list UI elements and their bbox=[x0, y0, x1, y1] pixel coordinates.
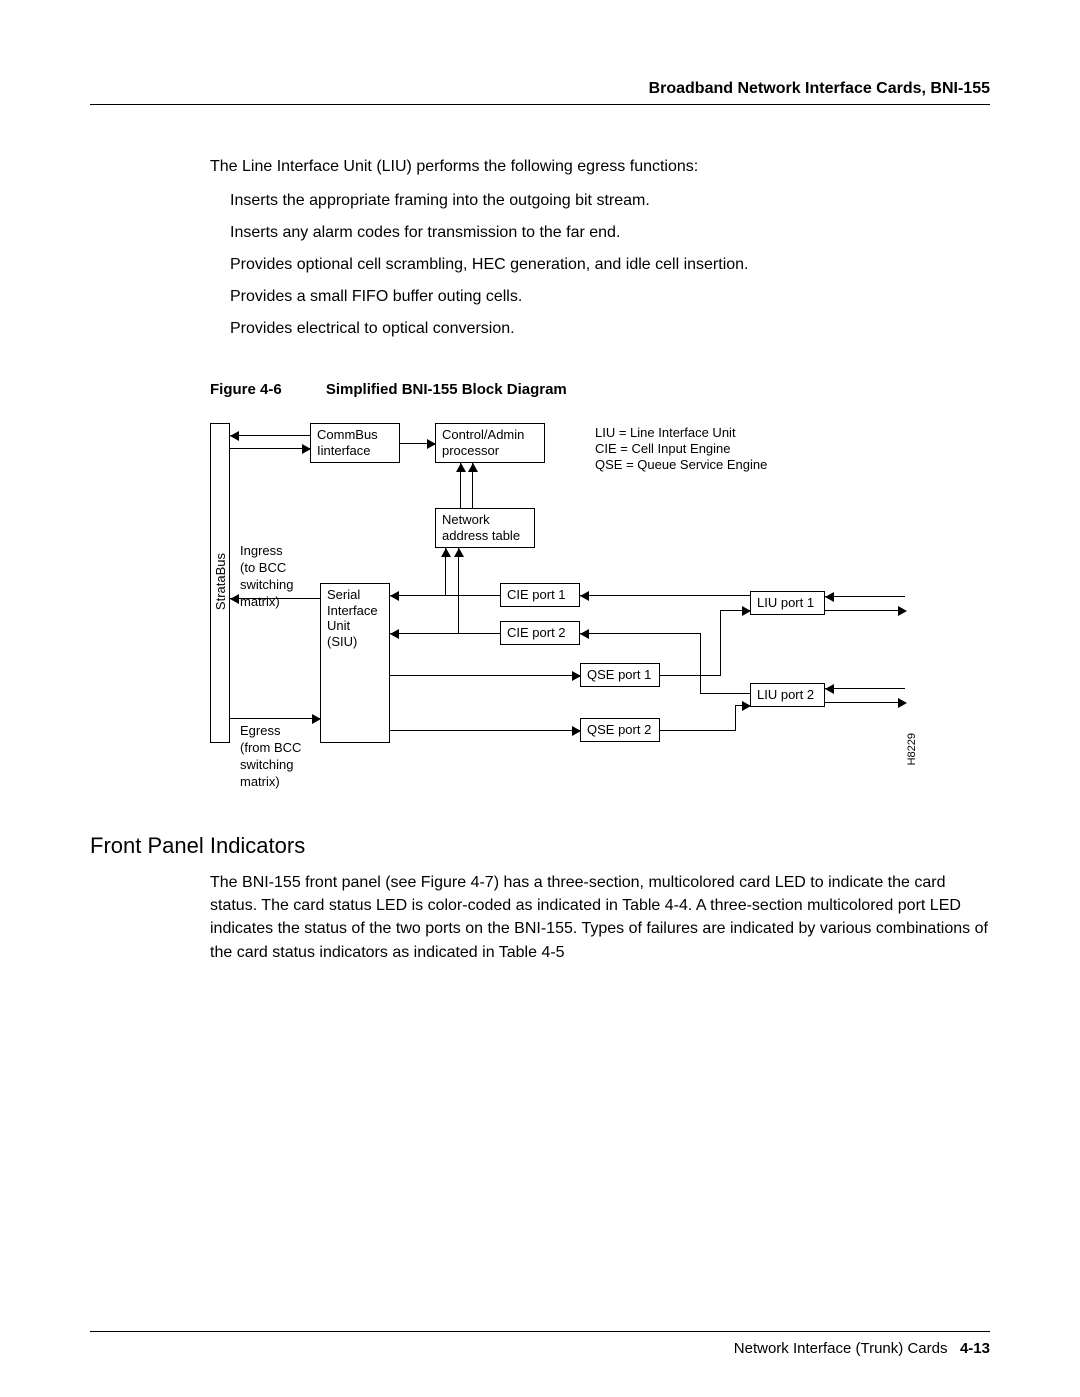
line-commbus-stratabus bbox=[230, 448, 310, 449]
line-siu-cie2 bbox=[390, 633, 500, 634]
arrow-siu-qse1 bbox=[572, 671, 581, 681]
siu-box: Serial Interface Unit (SIU) bbox=[320, 583, 390, 743]
cie2-box: CIE port 2 bbox=[500, 621, 580, 645]
liu2-box: LIU port 2 bbox=[750, 683, 825, 707]
arrow-liu1-cie1 bbox=[580, 591, 589, 601]
arrow-liu1-ext-in bbox=[825, 592, 834, 602]
line-siu-qse1 bbox=[390, 675, 580, 676]
line-qse1-h bbox=[660, 675, 720, 676]
line-stratabus-commbus bbox=[230, 435, 310, 436]
arrow-to-stratabus-1 bbox=[230, 431, 239, 441]
stratabus-label: StrataBus bbox=[213, 553, 228, 610]
arrow-cie2-siu bbox=[390, 629, 399, 639]
legend-qse: QSE = Queue Service Engine bbox=[595, 457, 767, 474]
qse1-box: QSE port 1 bbox=[580, 663, 660, 687]
bullet-2: Inserts any alarm codes for transmission… bbox=[230, 221, 990, 245]
line-siu-ingress bbox=[230, 598, 320, 599]
arrow-nat-1 bbox=[456, 463, 466, 472]
bullet-5: Provides electrical to optical conversio… bbox=[230, 317, 990, 341]
line-cie-nat-2 bbox=[458, 548, 459, 633]
arrow-liu1-ext-out bbox=[898, 606, 907, 616]
line-liu2-ext-out bbox=[825, 702, 905, 703]
bullet-3: Provides optional cell scrambling, HEC g… bbox=[230, 253, 990, 277]
arrow-cie1-siu bbox=[390, 591, 399, 601]
legend-cie: CIE = Cell Input Engine bbox=[595, 441, 731, 458]
arrow-liu2-cie2 bbox=[580, 629, 589, 639]
legend-liu: LIU = Line Interface Unit bbox=[595, 425, 736, 442]
nat-box: Network address table bbox=[435, 508, 535, 548]
arrow-to-commbus bbox=[302, 444, 311, 454]
section-body: The BNI-155 front panel (see Figure 4-7)… bbox=[210, 871, 990, 964]
arrow-siu-egress bbox=[312, 714, 321, 724]
arrow-cie-nat-2 bbox=[454, 548, 464, 557]
arrow-cie-nat-1 bbox=[441, 548, 451, 557]
line-liu1-ext-in bbox=[825, 596, 905, 597]
line-siu-cie1 bbox=[390, 595, 500, 596]
line-cie1-liu1 bbox=[580, 595, 750, 596]
arrow-siu-qse2 bbox=[572, 726, 581, 736]
arrow-nat-2 bbox=[468, 463, 478, 472]
cie1-box: CIE port 1 bbox=[500, 583, 580, 607]
line-cie2-to-liu2 bbox=[700, 693, 750, 694]
bullet-1: Inserts the appropriate framing into the… bbox=[230, 189, 990, 213]
line-cie2-v bbox=[700, 633, 701, 693]
qse2-box: QSE port 2 bbox=[580, 718, 660, 742]
arrow-commbus-control bbox=[427, 439, 436, 449]
line-siu-egress bbox=[230, 718, 320, 719]
figure-title: Simplified BNI-155 Block Diagram bbox=[326, 381, 567, 398]
arrow-qse2-liu2 bbox=[742, 701, 751, 711]
footer-page-number: 4-13 bbox=[960, 1340, 990, 1357]
line-liu2-ext-in bbox=[825, 688, 905, 689]
line-qse2-h bbox=[660, 730, 735, 731]
page-footer: Network Interface (Trunk) Cards 4-13 bbox=[90, 1331, 990, 1357]
line-siu-qse2 bbox=[390, 730, 580, 731]
section-heading: Front Panel Indicators bbox=[90, 833, 990, 859]
control-box: Control/Admin processor bbox=[435, 423, 545, 463]
page-header-title: Broadband Network Interface Cards, BNI-1… bbox=[90, 80, 990, 98]
line-cie2-h bbox=[580, 633, 700, 634]
commbus-box: CommBus Iinterface bbox=[310, 423, 400, 463]
liu1-box: LIU port 1 bbox=[750, 591, 825, 615]
arrow-qse1-liu1 bbox=[742, 606, 751, 616]
figure-caption: Figure 4-6 Simplified BNI-155 Block Diag… bbox=[210, 381, 990, 398]
arrow-liu2-ext-in bbox=[825, 684, 834, 694]
footer-text: Network Interface (Trunk) Cards bbox=[734, 1340, 948, 1357]
egress-label: Egress (from BCC switching matrix) bbox=[240, 723, 301, 791]
diagram-code: H8229 bbox=[906, 733, 918, 765]
header-rule bbox=[90, 104, 990, 105]
line-qse2-v bbox=[735, 705, 736, 731]
figure-number: Figure 4-6 bbox=[210, 381, 282, 398]
intro-text: The Line Interface Unit (LIU) performs t… bbox=[210, 155, 990, 179]
arrow-siu-ingress bbox=[230, 594, 239, 604]
block-diagram: StrataBus CommBus Iinterface Control/Adm… bbox=[210, 413, 920, 783]
line-liu1-ext-out bbox=[825, 610, 905, 611]
ingress-label: Ingress (to BCC switching matrix) bbox=[240, 543, 293, 611]
bullet-4: Provides a small FIFO buffer outing cell… bbox=[230, 285, 990, 309]
arrow-liu2-ext-out bbox=[898, 698, 907, 708]
line-qse1-v bbox=[720, 610, 721, 676]
footer-rule bbox=[90, 1331, 990, 1332]
